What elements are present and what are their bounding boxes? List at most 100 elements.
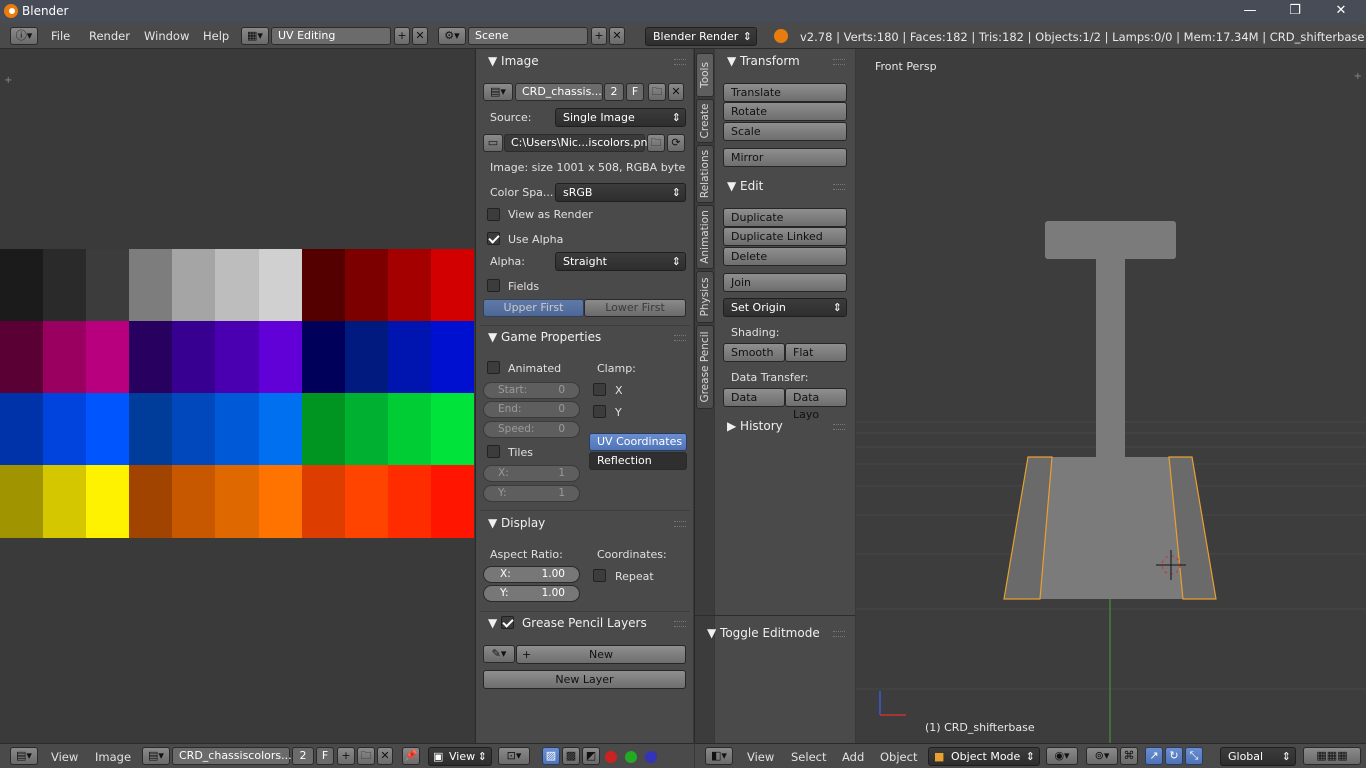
z-buffer-icon[interactable]: ◩ [582,747,600,765]
unlink-image-icon[interactable]: ✕ [377,747,393,765]
use-alpha-checkbox[interactable] [487,232,500,245]
scale-button[interactable]: Scale [723,122,847,141]
menu-view[interactable]: View [51,750,78,764]
pivot-icon[interactable]: ⊡▾ [498,747,530,765]
game-properties-header[interactable]: ▼ Game Properties [488,330,601,344]
view-as-render-checkbox[interactable] [487,208,500,221]
new-grease-pencil-button[interactable]: + New [516,645,686,664]
pencil-browse-icon[interactable]: ✎▾ [483,645,515,663]
drag-grip-icon[interactable] [833,59,845,65]
set-origin-select[interactable]: Set Origin ⇕ [723,298,847,317]
render-engine-select[interactable]: Blender Render ⇕ [645,27,757,46]
menu-file[interactable]: File [51,29,70,43]
duplicate-button[interactable]: Duplicate [723,208,847,227]
image-editor-canvas[interactable]: + [0,49,475,743]
blue-channel-icon[interactable] [645,751,657,763]
menu-view[interactable]: View [747,750,774,764]
join-button[interactable]: Join [723,273,847,292]
transform-orientation-select[interactable]: Global ⇕ [1220,747,1296,766]
image-browse-icon[interactable]: ▤▾ [483,83,513,101]
add-scene-icon[interactable]: + [591,27,607,45]
fields-checkbox[interactable] [487,279,500,292]
interaction-mode-select[interactable]: ■ Object Mode ⇕ [928,747,1040,766]
3d-viewport[interactable]: Front Persp + (1) CRD_shifterbase [856,49,1366,743]
manipulator-icon[interactable]: ⌘ [1120,747,1138,765]
translate-button[interactable]: Translate [723,83,847,102]
editor-type-info-icon[interactable]: ⓘ▾ [10,27,38,45]
rotate-manipulator-icon[interactable]: ↻ [1165,747,1183,765]
drag-grip-icon[interactable] [833,631,845,637]
image-section-header[interactable]: ▼ Image [488,54,539,68]
duplicate-linked-button[interactable]: Duplicate Linked [723,227,847,246]
region-expand-plus-icon[interactable]: + [4,75,12,86]
browse-file-icon[interactable]: 🗀 [647,134,665,152]
lower-first-button[interactable]: Lower First [584,299,686,317]
mirror-button[interactable]: Mirror [723,148,847,167]
animated-checkbox[interactable] [487,361,500,374]
drag-grip-icon[interactable] [674,521,686,527]
editor-type-image-icon[interactable]: ▤▾ [10,747,38,765]
edit-panel-header[interactable]: ▼ Edit [727,179,763,193]
editor-type-3d-icon[interactable]: ◧▾ [705,747,733,765]
aspect-y-field[interactable]: Y: 1.00 [483,585,580,602]
menu-select[interactable]: Select [791,750,826,764]
add-screen-icon[interactable]: + [394,27,410,45]
image-users-count[interactable]: 2 [292,747,314,765]
remove-scene-icon[interactable]: ✕ [609,27,625,45]
transform-panel-header[interactable]: ▼ Transform [727,54,800,68]
view-mode-select[interactable]: ▣ View ⇕ [428,747,492,766]
close-button[interactable]: ✕ [1318,0,1364,23]
pin-icon[interactable]: 📌 [402,747,420,765]
clamp-x-checkbox[interactable] [593,383,606,396]
upper-first-button[interactable]: Upper First [483,299,584,317]
drag-grip-icon[interactable] [833,424,845,430]
tiles-checkbox[interactable] [487,445,500,458]
pivot-point-icon[interactable]: ⊚▾ [1086,747,1118,765]
drag-grip-icon[interactable] [674,59,686,65]
region-expand-plus-icon[interactable]: + [1354,71,1362,82]
open-image-icon[interactable]: 🗀 [648,83,666,101]
reflection-button[interactable]: Reflection [589,452,687,470]
image-users-count[interactable]: 2 [604,83,624,101]
clamp-y-checkbox[interactable] [593,405,606,418]
minimize-button[interactable]: — [1227,0,1273,23]
menu-object[interactable]: Object [880,750,917,764]
image-name-field[interactable]: CRD_chassiscolors.... [172,747,295,765]
history-panel-header[interactable]: ▶ History [727,419,783,433]
tab-relations[interactable]: Relations [696,145,714,203]
grease-pencil-header[interactable]: ▼ [488,616,497,630]
viewport-shading-icon[interactable]: ◉▾ [1046,747,1078,765]
tab-animation[interactable]: Animation [696,205,714,269]
menu-image[interactable]: Image [95,750,131,764]
tab-tools[interactable]: Tools [696,53,714,97]
screen-layout-icon[interactable]: ▦▾ [241,27,269,45]
delete-button[interactable]: Delete [723,247,847,266]
data-layout-button[interactable]: Data Layo [785,388,847,421]
screen-layout-field[interactable]: UV Editing [271,27,391,45]
menu-render[interactable]: Render [89,29,130,43]
uv-coordinates-button[interactable]: UV Coordinates [589,433,687,451]
fake-user-button[interactable]: F [316,747,334,765]
repeat-checkbox[interactable] [593,569,606,582]
scale-manipulator-icon[interactable]: ⤡ [1185,747,1203,765]
alpha-checker-icon[interactable]: ▩ [562,747,580,765]
display-section-header[interactable]: ▼ Display [488,516,545,530]
tab-grease-pencil[interactable]: Grease Pencil [696,325,714,409]
aspect-x-field[interactable]: X: 1.00 [483,566,580,583]
menu-add[interactable]: Add [842,750,864,764]
scene-field[interactable]: Scene [468,27,588,45]
data-transfer-button[interactable]: Data [723,388,785,407]
unlink-image-icon[interactable]: ✕ [668,83,684,101]
alpha-select[interactable]: Straight ⇕ [555,252,686,271]
menu-help[interactable]: Help [203,29,229,43]
green-channel-icon[interactable] [625,751,637,763]
draw-channels-icon[interactable]: ▨ [542,747,560,765]
tab-create[interactable]: Create [696,99,714,143]
layers-grid-icon[interactable]: ▦▦▦ [1303,747,1361,765]
image-browse-icon[interactable]: ▤▾ [142,747,170,765]
operator-panel-header[interactable]: ▼ Toggle Editmode [707,626,820,640]
reload-icon[interactable]: ⟳ [667,134,685,152]
flat-button[interactable]: Flat [785,343,847,362]
source-select[interactable]: Single Image ⇕ [555,108,686,127]
drag-grip-icon[interactable] [674,335,686,341]
